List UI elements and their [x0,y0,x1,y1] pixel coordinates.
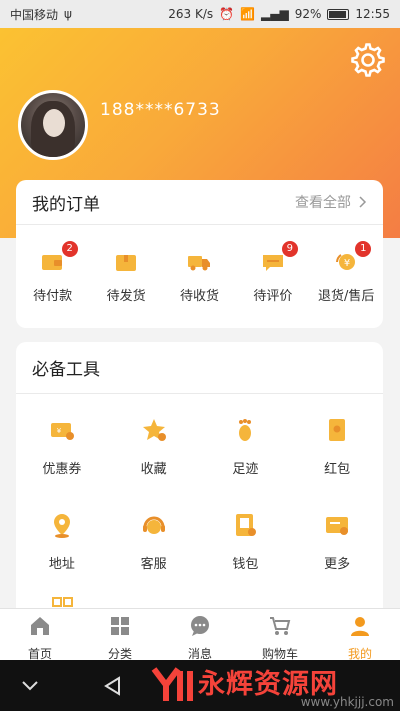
tool-footprints[interactable]: 足迹 [200,416,292,477]
tab-messages[interactable]: 消息 [160,609,240,661]
svg-text:¥: ¥ [344,258,350,269]
grid-icon [111,617,129,635]
refund-icon: ¥ [336,254,356,270]
tool-label: 优惠券 [42,462,82,477]
more-icon [326,517,349,535]
order-pending-receipt[interactable]: 待收货 [165,251,233,304]
tool-label: 客服 [140,557,167,572]
view-all-orders-link[interactable]: 查看全部 [295,192,367,212]
tool-label: 地址 [48,557,75,572]
order-label: 待付款 [33,289,73,304]
user-phone[interactable]: 188****6733 [100,100,221,120]
order-label: 待收货 [179,289,219,304]
coupon-icon: ¥ [50,423,74,440]
nav-collapse-button[interactable] [0,666,60,706]
tool-wallet[interactable]: 钱包 [200,511,292,572]
home-icon [31,617,49,635]
order-label: 退货/售后 [318,289,375,304]
badge-pending-payment: 2 [61,241,78,257]
badge-returns: 1 [355,241,372,257]
battery-icon [327,8,350,20]
red-packet-icon [329,419,346,441]
truck-icon [188,256,211,271]
tools-title: 必备工具 [32,360,100,380]
orders-title: 我的订单 [32,194,100,215]
settings-gear-icon[interactable] [350,42,386,78]
orders-card: 我的订单 查看全部 2 待付款 待发货 待收货 9 待评价 ¥ 1 退货/售后 [16,180,383,328]
star-icon [142,419,166,441]
svg-text:¥: ¥ [57,427,62,435]
location-icon [53,514,70,538]
usb-icon: ψ [64,7,72,21]
watermark-logo-icon [151,667,193,701]
comment-icon [262,255,283,271]
order-label: 待发货 [106,289,146,304]
status-bar: 中国移动 ψ 263 K/s ⏰ 📶 ▂▄▆ 92% 12:55 [0,0,400,28]
view-all-label: 查看全部 [295,195,351,211]
tool-favorites[interactable]: 收藏 [108,416,200,477]
tool-label: 收藏 [140,462,167,477]
order-pending-shipment[interactable]: 待发货 [92,251,160,304]
chevron-right-icon [359,196,367,208]
order-returns[interactable]: ¥ 1 退货/售后 [312,241,380,304]
clock: 12:55 [355,7,390,21]
headset-icon [142,516,165,534]
wallet-icon [236,514,257,536]
alarm-icon: ⏰ [219,7,235,21]
order-label: 待评价 [253,289,293,304]
avatar[interactable] [18,90,88,160]
chevron-down-icon [22,680,38,690]
footprint-icon [239,419,252,441]
chat-bubble-icon [191,616,209,636]
signal-icon: ▂▄▆ [261,7,289,21]
shopping-cart-icon [270,617,291,635]
tool-more[interactable]: 更多 [291,511,383,572]
order-pending-payment[interactable]: 2 待付款 [19,241,87,304]
tools-header: 必备工具 [16,342,383,394]
tab-cart[interactable]: 购物车 [240,609,320,661]
battery-percent: 92% [294,7,322,21]
tab-home[interactable]: 首页 [0,609,80,661]
wallet-icon [41,255,62,270]
nav-back-button[interactable] [82,666,142,706]
tool-customer-service[interactable]: 客服 [108,511,200,572]
tool-label: 钱包 [232,557,259,572]
tool-red-packet[interactable]: 红包 [291,416,383,477]
tool-label: 更多 [324,557,351,572]
tool-label: 足迹 [232,462,259,477]
orders-header: 我的订单 查看全部 [16,180,383,225]
tools-card: 必备工具 ¥ 优惠券 收藏 足迹 红包 地址 客服 钱包 更多 [16,342,383,632]
tool-label: 红包 [324,462,351,477]
tab-category[interactable]: 分类 [80,609,160,661]
user-icon [351,617,369,636]
order-pending-review[interactable]: 9 待评价 [239,241,307,304]
bottom-tab-bar: 首页 分类 消息 购物车 我的 [0,608,400,661]
wifi-icon: 📶 [240,7,256,21]
back-triangle-icon [104,675,120,696]
tool-coupon[interactable]: ¥ 优惠券 [16,416,108,477]
network-speed: 263 K/s [168,7,214,21]
watermark-url: www.yhkjjj.com [300,695,394,709]
package-icon [116,255,137,271]
tab-me[interactable]: 我的 [320,609,400,661]
badge-pending-review: 9 [281,241,298,257]
tool-address[interactable]: 地址 [16,511,108,572]
carrier-label: 中国移动 [10,7,59,22]
